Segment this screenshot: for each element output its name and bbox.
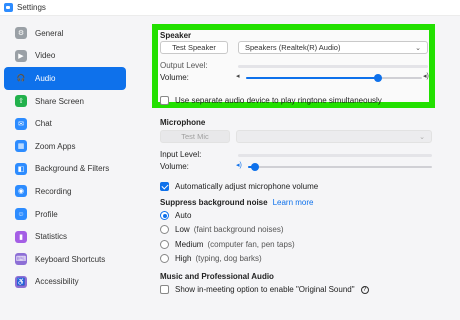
- sidebar-item-label: Chat: [35, 119, 52, 129]
- auto-adjust-label: Automatically adjust microphone volume: [175, 182, 319, 191]
- profile-icon: ☺: [15, 208, 27, 221]
- keyboard-icon: ⌨: [15, 253, 27, 266]
- audio-settings-panel: Speaker Test Speaker Speakers (Realtek(R…: [148, 16, 460, 320]
- title-bar: Settings: [0, 0, 460, 16]
- test-speaker-button[interactable]: Test Speaker: [160, 41, 228, 54]
- sidebar-item-label: Profile: [35, 209, 58, 219]
- noise-title: Suppress background noise: [160, 198, 268, 207]
- zoom-app-icon: [4, 3, 13, 12]
- chevron-down-icon: ⌄: [415, 44, 421, 52]
- microphone-device-select[interactable]: ⌄: [236, 130, 432, 143]
- noise-option-label: Medium: [175, 239, 204, 249]
- input-level-label: Input Level:: [160, 150, 202, 159]
- sidebar-item-label: Keyboard Shortcuts: [35, 254, 106, 264]
- sidebar-item-profile[interactable]: ☺ Profile: [4, 203, 126, 226]
- speaker-volume-label: Volume:: [160, 73, 189, 82]
- background-icon: ◧: [15, 162, 27, 175]
- microphone-title: Microphone: [160, 118, 206, 127]
- noise-option-hint: (faint background noises): [193, 225, 284, 235]
- sidebar-item-label: Video: [35, 51, 56, 61]
- auto-adjust-checkbox[interactable]: [160, 182, 169, 191]
- sidebar-item-general[interactable]: ⚙ General: [4, 22, 126, 45]
- ringtone-label: Use separate audio device to play ringto…: [175, 96, 382, 105]
- sidebar-item-label: Recording: [35, 186, 72, 196]
- noise-option-label: Low: [175, 225, 190, 235]
- input-level-meter: [238, 154, 432, 157]
- sidebar-item-label: Statistics: [35, 232, 68, 242]
- sidebar-item-share-screen[interactable]: ⇧ Share Screen: [4, 90, 126, 113]
- sidebar-item-chat[interactable]: ✉ Chat: [4, 112, 126, 135]
- sidebar-item-audio[interactable]: 🎧 Audio: [4, 67, 126, 90]
- noise-radio[interactable]: [160, 253, 169, 263]
- original-sound-option[interactable]: Show in-meeting option to enable "Origin…: [160, 285, 369, 294]
- noise-header: Suppress background noise Learn more: [160, 198, 314, 207]
- speaker-title: Speaker: [160, 31, 192, 40]
- noise-option-hint: (typing, dog barks): [195, 253, 262, 263]
- sidebar-item-label: Share Screen: [35, 96, 84, 106]
- sidebar-item-video[interactable]: ▶ Video: [4, 45, 126, 68]
- speaker-volume-high-icon: ◂): [423, 73, 429, 80]
- sidebar-item-statistics[interactable]: ▮ Statistics: [4, 225, 126, 248]
- music-title: Music and Professional Audio: [160, 272, 274, 281]
- noise-option-auto[interactable]: Auto: [160, 211, 195, 220]
- sidebar-item-background-filters[interactable]: ◧ Background & Filters: [4, 158, 126, 181]
- noise-radio[interactable]: [160, 211, 169, 220]
- speaker-volume-low-icon: ◂: [236, 73, 240, 80]
- output-level-label: Output Level:: [160, 61, 208, 70]
- window-title: Settings: [17, 3, 46, 12]
- chat-icon: ✉: [15, 117, 27, 130]
- statistics-icon: ▮: [15, 230, 27, 243]
- noise-radio[interactable]: [160, 225, 169, 235]
- ringtone-checkbox[interactable]: [160, 96, 169, 105]
- sidebar-item-accessibility[interactable]: ♿ Accessibility: [4, 271, 126, 294]
- headphones-icon: 🎧: [16, 75, 26, 83]
- sidebar-item-label: Audio: [35, 73, 56, 83]
- noise-option-high[interactable]: High (typing, dog barks): [160, 253, 262, 263]
- noise-option-low[interactable]: Low (faint background noises): [160, 225, 284, 235]
- mic-volume-slider[interactable]: [248, 163, 432, 171]
- learn-more-link[interactable]: Learn more: [273, 198, 314, 207]
- chevron-down-icon: ⌄: [419, 133, 425, 141]
- speaker-device-select[interactable]: Speakers (Realtek(R) Audio) ⌄: [238, 41, 428, 54]
- mic-volume-label: Volume:: [160, 162, 189, 171]
- sidebar-item-label: Accessibility: [35, 277, 79, 287]
- speaker-volume-thumb[interactable]: [374, 74, 382, 82]
- speaker-device-value: Speakers (Realtek(R) Audio): [245, 43, 341, 52]
- auto-adjust-option[interactable]: Automatically adjust microphone volume: [160, 182, 318, 191]
- sidebar-item-label: Zoom Apps: [35, 141, 76, 151]
- sidebar-item-recording[interactable]: ◉ Recording: [4, 180, 126, 203]
- original-sound-checkbox[interactable]: [160, 285, 169, 294]
- speaker-volume-slider[interactable]: [246, 74, 422, 82]
- output-level-meter: [238, 65, 428, 68]
- noise-option-label: Auto: [175, 211, 192, 220]
- share-screen-icon: ⇧: [15, 95, 27, 108]
- noise-option-medium[interactable]: Medium (computer fan, pen taps): [160, 239, 295, 249]
- sidebar-item-label: Background & Filters: [35, 164, 110, 174]
- settings-sidebar: ⚙ General ▶ Video 🎧 Audio ⇧ Share Screen ✉ Chat ▦ Z…: [0, 16, 130, 320]
- original-sound-label: Show in-meeting option to enable "Origin…: [175, 285, 355, 294]
- apps-icon: ▦: [15, 140, 27, 153]
- sidebar-item-zoom-apps[interactable]: ▦ Zoom Apps: [4, 135, 126, 158]
- test-mic-button[interactable]: Test Mic: [160, 130, 230, 143]
- ringtone-option[interactable]: Use separate audio device to play ringto…: [160, 96, 382, 105]
- video-icon: ▶: [15, 49, 27, 62]
- noise-radio[interactable]: [160, 239, 169, 249]
- noise-option-label: High: [175, 253, 192, 263]
- mic-volume-low-icon: ◂): [236, 162, 242, 169]
- noise-option-hint: (computer fan, pen taps): [207, 239, 295, 249]
- help-icon[interactable]: ?: [360, 285, 369, 294]
- accessibility-icon: ♿: [15, 275, 27, 288]
- mic-volume-thumb[interactable]: [251, 163, 259, 171]
- recording-icon: ◉: [15, 185, 27, 198]
- sidebar-item-keyboard-shortcuts[interactable]: ⌨ Keyboard Shortcuts: [4, 248, 126, 271]
- gear-icon: ⚙: [15, 27, 27, 40]
- sidebar-item-label: General: [35, 28, 64, 38]
- speaker-volume-fill: [246, 77, 378, 79]
